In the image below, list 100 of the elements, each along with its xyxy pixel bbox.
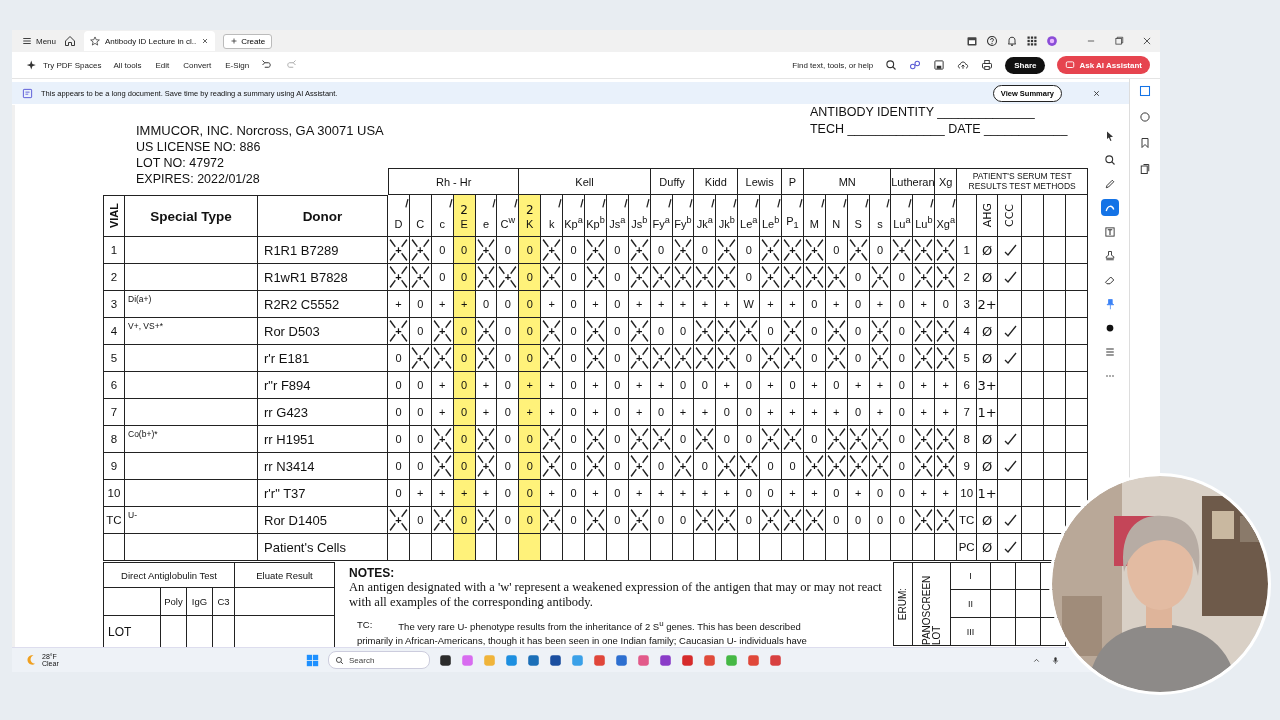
table-cell: 0	[563, 291, 585, 318]
vertical-label: PANOSCREEN LOT	[921, 574, 942, 645]
table-cell: 0	[453, 453, 476, 480]
table-cell: +	[694, 264, 717, 291]
search-button[interactable]: Find text, tools, or help	[792, 60, 874, 70]
table-cell: +	[847, 426, 870, 453]
table-cell: 0	[847, 507, 870, 534]
table-cell: +	[388, 507, 410, 534]
table-cell: +	[388, 318, 410, 345]
table-cell: +	[628, 453, 651, 480]
table-cell: 0	[431, 237, 454, 264]
table-cell: r"r F894	[258, 372, 388, 399]
note-text: The very rare U- phenotype results from the inheritance of 2 S$^{u}$ genes. This has been described	[398, 619, 801, 633]
table-cell: 0	[891, 399, 914, 426]
table-cell: +	[650, 426, 673, 453]
table-cell: Ø	[977, 264, 999, 291]
table-cell: IgG	[187, 588, 213, 616]
table-cell: 0	[388, 453, 410, 480]
table-cell: 0	[388, 372, 410, 399]
table-cell: 0	[738, 480, 761, 507]
table-cell: +	[388, 264, 410, 291]
menu-button[interactable]: Menu	[22, 36, 56, 46]
table-cell: +	[738, 318, 761, 345]
table-cell: +	[475, 237, 498, 264]
search-field[interactable]: Search	[328, 651, 430, 669]
table-cell: 0	[409, 372, 432, 399]
table-cell: +	[541, 345, 564, 372]
column-header: e	[475, 195, 498, 237]
table-cell: +	[913, 264, 936, 291]
table-cell: 0	[388, 345, 410, 372]
table-cell: 0	[891, 291, 914, 318]
spaces-button[interactable]: Try PDF Spaces	[26, 59, 102, 71]
table-cell: 0	[869, 507, 892, 534]
group-header: PATIENT'S SERUM TEST RESULTS TEST METHODS	[957, 168, 1089, 195]
column-header: 2 E	[453, 195, 476, 237]
table-cell: +	[825, 264, 848, 291]
table-cell: +	[585, 345, 607, 372]
table-cell: Poly	[161, 588, 187, 616]
table-cell: +	[409, 237, 432, 264]
table-cell: 0	[891, 480, 914, 507]
menu-item[interactable]: Convert	[183, 60, 212, 70]
column-header: N	[825, 195, 848, 237]
group-header: Rh - Hr	[388, 168, 520, 195]
column-header: VIAL	[108, 203, 120, 229]
create-button[interactable]: Create	[223, 33, 273, 49]
table-cell: 0	[519, 453, 542, 480]
header-text: US LICENSE NO: 886	[136, 140, 262, 154]
share-button[interactable]: Share	[1005, 56, 1046, 74]
table-cell: +	[869, 345, 892, 372]
table-cell: 0	[606, 399, 629, 426]
menu-item[interactable]: E-Sign	[225, 60, 250, 70]
table-cell: Direct Antiglobulin Test	[103, 562, 235, 588]
table-cell: +	[760, 426, 783, 453]
table-cell: 0	[803, 291, 826, 318]
table-cell: 7	[103, 399, 125, 426]
column-header: s	[869, 195, 892, 237]
table-cell: +	[672, 480, 695, 507]
table-cell: +	[628, 372, 651, 399]
table-cell: +	[760, 345, 783, 372]
table-cell: +	[891, 237, 914, 264]
table-cell: +	[803, 507, 826, 534]
table-cell: 0	[409, 507, 432, 534]
table-cell: +	[694, 426, 717, 453]
table-cell: +	[760, 291, 783, 318]
table-cell: r'r" T37	[258, 480, 388, 507]
column-header: Js$^{a}$	[606, 195, 629, 237]
table-cell: 8	[957, 426, 978, 453]
table-cell: +	[672, 291, 695, 318]
table-cell: +	[453, 291, 476, 318]
table-cell: 1	[103, 237, 125, 264]
table-cell: +	[475, 345, 498, 372]
header-text: LOT NO: 47972	[136, 156, 225, 170]
table-cell: +	[803, 399, 826, 426]
table-cell: +	[541, 426, 564, 453]
table-cell: +	[585, 507, 607, 534]
table-cell: 0	[869, 480, 892, 507]
browser-tab[interactable]: Antibody ID Lecture in cl..	[84, 31, 216, 51]
table-cell: +	[913, 453, 936, 480]
table-cell: 0	[694, 372, 717, 399]
table-cell: 0	[606, 480, 629, 507]
table-cell: +	[628, 264, 651, 291]
column-header: D	[388, 195, 410, 237]
table-cell: 0	[519, 237, 542, 264]
table-cell: +	[585, 453, 607, 480]
table-cell: 0	[453, 372, 476, 399]
menu-item[interactable]: All tools	[113, 60, 142, 70]
group-header: Kell	[519, 168, 651, 195]
table-cell: 0	[563, 480, 585, 507]
menu-item[interactable]: Edit	[155, 60, 170, 70]
table-cell: 0	[803, 318, 826, 345]
table-cell: 0	[738, 372, 761, 399]
table-cell: 0	[409, 291, 432, 318]
table-cell: +	[672, 264, 695, 291]
table-cell: +	[716, 453, 739, 480]
table-cell: +	[541, 507, 564, 534]
table-cell: +	[541, 264, 564, 291]
table-cell: +	[913, 345, 936, 372]
table-cell: +	[541, 453, 564, 480]
table-cell: +	[716, 264, 739, 291]
ai-assistant-button[interactable]: Ask AI Assistant	[1057, 56, 1150, 74]
